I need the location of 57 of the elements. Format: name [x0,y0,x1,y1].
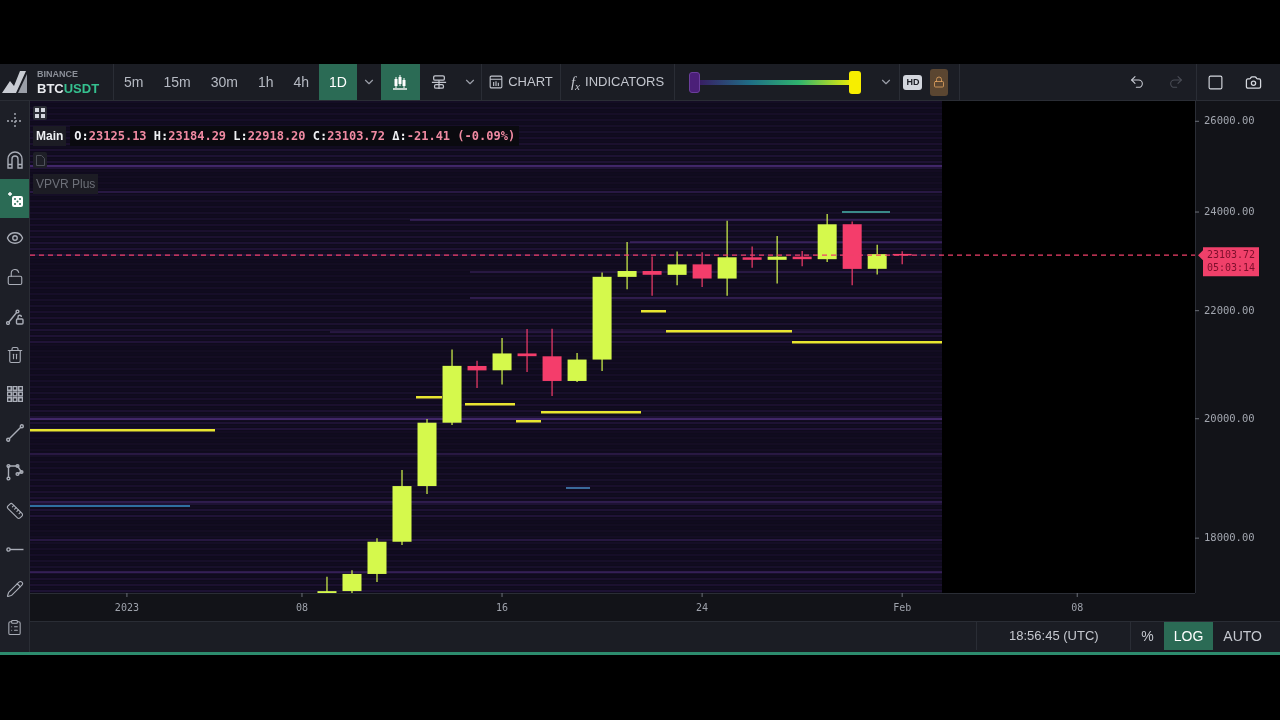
clock-time: 18:56:45 (UTC) [976,622,1132,650]
chart-type-button[interactable] [381,64,420,100]
camera-icon [1244,73,1262,91]
price-axis-label: 24000.00 [1204,205,1255,218]
price-axis-label: 22000.00 [1204,303,1255,316]
line-tool-icon [5,423,24,442]
redo-icon [1168,74,1184,90]
chart-button[interactable]: CHART [482,64,561,100]
timeframe-tab[interactable]: 30m [200,64,248,100]
grid-icon [6,385,23,402]
time-axis-label: Feb [893,602,912,613]
pencil-icon [5,579,24,598]
magnet-icon [5,150,24,169]
timeframe-tab[interactable]: 1h [247,64,284,100]
price-tag [1198,247,1259,277]
path-tool-icon [5,462,24,481]
slider-thumb[interactable] [689,71,700,93]
scale-toggle[interactable]: % [1131,622,1164,650]
scale-toggle[interactable]: LOG [1163,622,1214,650]
scale-toggle[interactable]: AUTO [1213,622,1272,650]
price-axis-label: 20000.00 [1204,411,1255,424]
timeframe-tab[interactable]: 5m [114,64,154,100]
square-icon [1207,73,1224,91]
price-axis-label: 26000.00 [1204,114,1255,127]
logo-icon [2,71,28,93]
trash-icon [5,345,24,364]
hd-button[interactable]: HD [903,74,923,90]
line-padlock-icon [5,306,24,325]
candlestick-icon [392,74,409,90]
time-axis-label: 08 [295,602,308,613]
time-axis-label: 2023 [114,602,139,613]
ruler-icon [5,501,24,520]
unlocked-padlock-icon [5,267,24,286]
crosshair-icon [5,111,24,130]
price-tag-value: 23103.72 [1206,249,1256,261]
padlock-icon [933,76,945,88]
price-axis-label: 18000.00 [1204,531,1255,544]
horizontal-line-icon [5,547,24,552]
time-axis-label: 24 [696,602,709,613]
time-axis-label: 08 [1071,602,1084,613]
slider-thumb[interactable] [849,70,861,94]
dice-icon [5,189,24,208]
tool-button[interactable] [0,179,29,218]
timeframe-tab[interactable]: 1D [319,64,357,100]
clipboard-icon [6,619,23,636]
quote-symbol: USDT [63,81,100,95]
exchange-label: BINANCE [37,69,79,79]
chart-square-icon [489,75,504,89]
time-axis-label: 16 [496,602,509,613]
lock-button[interactable] [930,68,948,96]
base-symbol: BTC [37,81,64,95]
timeframe-tab[interactable]: 4h [283,64,320,100]
stack-icon [431,74,448,90]
candle-countdown: 05:03:14 [1206,262,1256,274]
indicators-button[interactable]: f$_{x}$ INDICATORS [561,64,675,100]
undo-icon [1129,74,1145,90]
timeframe-tab[interactable]: 15m [153,64,201,100]
